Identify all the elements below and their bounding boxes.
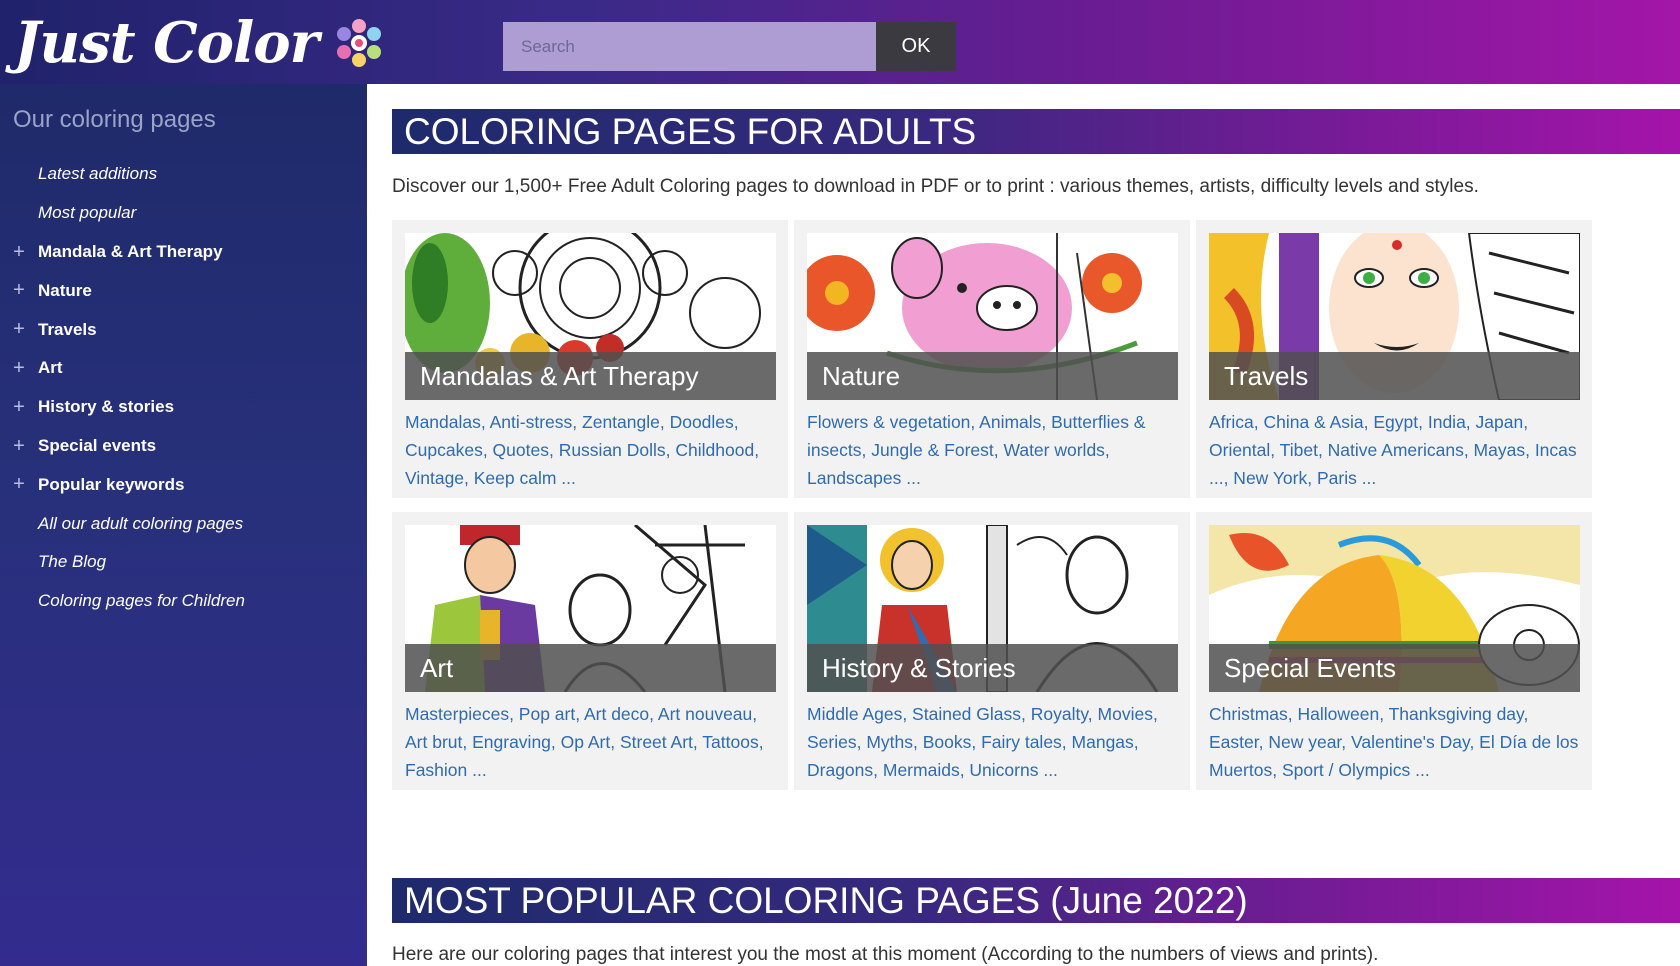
site-header: Just Color OK (0, 0, 1680, 84)
category-card-art: Art Masterpieces, Pop art, Art deco, Art… (392, 512, 788, 790)
flower-logo-icon (330, 14, 388, 72)
sidebar-item-most-popular[interactable]: Most popular (0, 194, 367, 233)
sidebar-item-label: Most popular (38, 203, 136, 223)
sidebar-item-all-adult[interactable]: All our adult coloring pages (0, 504, 367, 543)
expand-plus-icon[interactable]: + (12, 280, 26, 300)
sidebar-item-label: Coloring pages for Children (38, 591, 245, 611)
card-caption: Mandalas & Art Therapy (405, 352, 776, 400)
main-content: COLORING PAGES FOR ADULTS Discover our 1… (367, 84, 1680, 966)
card-keyword-links[interactable]: Middle Ages, Stained Glass, Royalty, Mov… (807, 700, 1183, 784)
sidebar-nav: Latest additions Most popular + Mandala &… (0, 155, 367, 621)
sidebar-item-label: The Blog (38, 552, 106, 572)
card-caption: Nature (807, 352, 1178, 400)
category-card-history: History & Stories Middle Ages, Stained G… (794, 512, 1190, 790)
category-card-mandalas: Mandalas & Art Therapy Mandalas, Anti-st… (392, 220, 788, 498)
sidebar-item-mandala[interactable]: + Mandala & Art Therapy (0, 233, 367, 272)
pig-flowers-image[interactable]: Nature (807, 233, 1178, 400)
mandala-image[interactable]: Mandalas & Art Therapy (405, 233, 776, 400)
expand-plus-icon[interactable]: + (12, 242, 26, 262)
card-keyword-links[interactable]: Christmas, Halloween, Thanksgiving day, … (1209, 700, 1585, 784)
card-caption: Art (405, 644, 776, 692)
card-keyword-links[interactable]: Masterpieces, Pop art, Art deco, Art nou… (405, 700, 781, 784)
sidebar-item-label: History & stories (38, 397, 174, 417)
sidebar-item-label: Nature (38, 281, 92, 301)
category-card-travels: Travels Africa, China & Asia, Egypt, Ind… (1196, 220, 1592, 498)
sidebar-item-label: Travels (38, 320, 97, 340)
card-keyword-links[interactable]: Mandalas, Anti-stress, Zentangle, Doodle… (405, 408, 781, 492)
card-caption: Special Events (1209, 644, 1580, 692)
sidebar-item-nature[interactable]: + Nature (0, 271, 367, 310)
bells-image[interactable]: Special Events (1209, 525, 1580, 692)
sidebar-item-blog[interactable]: The Blog (0, 543, 367, 582)
section-title-most-popular: MOST POPULAR COLORING PAGES (June 2022) (392, 878, 1680, 923)
sidebar-item-label: Special events (38, 436, 156, 456)
expand-plus-icon[interactable]: + (12, 436, 26, 456)
sidebar-item-art[interactable]: + Art (0, 349, 367, 388)
art-figures-image[interactable]: Art (405, 525, 776, 692)
card-caption: Travels (1209, 352, 1580, 400)
section-title-adults: COLORING PAGES FOR ADULTS (392, 109, 1680, 154)
expand-plus-icon[interactable]: + (12, 474, 26, 494)
search-ok-button[interactable]: OK (876, 22, 956, 71)
woman-face-image[interactable]: Travels (1209, 233, 1580, 400)
sidebar-item-travels[interactable]: + Travels (0, 310, 367, 349)
logo-text: Just Color (14, 8, 318, 78)
site-logo[interactable]: Just Color (14, 8, 388, 78)
sidebar-item-history[interactable]: + History & stories (0, 388, 367, 427)
card-keyword-links[interactable]: Africa, China & Asia, Egypt, India, Japa… (1209, 408, 1585, 492)
category-card-special-events: Special Events Christmas, Halloween, Tha… (1196, 512, 1592, 790)
sidebar-item-label: Art (38, 358, 63, 378)
category-card-nature: Nature Flowers & vegetation, Animals, Bu… (794, 220, 1190, 498)
sidebar-item-label: Popular keywords (38, 475, 184, 495)
sidebar-item-children[interactable]: Coloring pages for Children (0, 582, 367, 621)
sidebar: Our coloring pages Latest additions Most… (0, 84, 367, 966)
stained-glass-image[interactable]: History & Stories (807, 525, 1178, 692)
section-intro-most-popular: Here are our coloring pages that interes… (392, 944, 1378, 966)
sidebar-title: Our coloring pages (13, 106, 216, 134)
section-intro-adults: Discover our 1,500+ Free Adult Coloring … (392, 176, 1479, 198)
sidebar-item-special-events[interactable]: + Special events (0, 427, 367, 466)
search-input[interactable] (503, 22, 876, 71)
card-caption: History & Stories (807, 644, 1178, 692)
sidebar-item-popular-keywords[interactable]: + Popular keywords (0, 465, 367, 504)
sidebar-item-label: Mandala & Art Therapy (38, 242, 223, 262)
card-keyword-links[interactable]: Flowers & vegetation, Animals, Butterfli… (807, 408, 1183, 492)
expand-plus-icon[interactable]: + (12, 319, 26, 339)
sidebar-item-label: Latest additions (38, 164, 157, 184)
expand-plus-icon[interactable]: + (12, 397, 26, 417)
sidebar-item-label: All our adult coloring pages (38, 514, 243, 534)
sidebar-item-latest-additions[interactable]: Latest additions (0, 155, 367, 194)
expand-plus-icon[interactable]: + (12, 358, 26, 378)
